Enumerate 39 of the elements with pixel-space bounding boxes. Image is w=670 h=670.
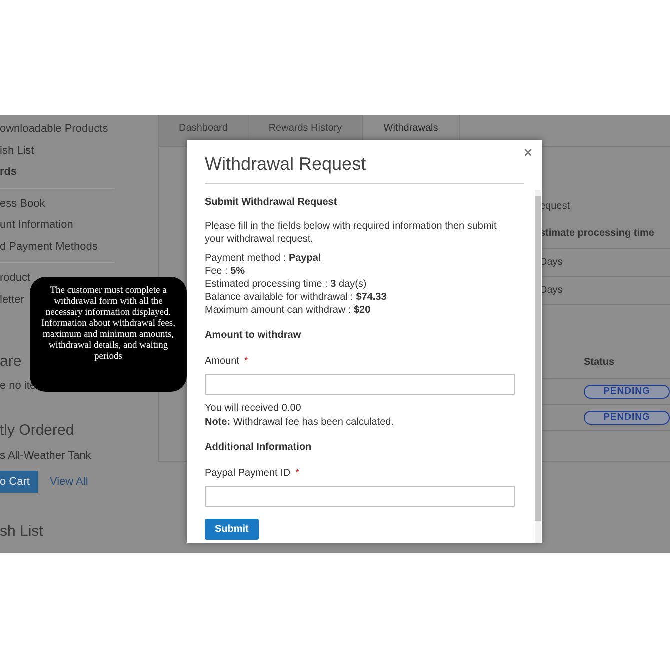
sidebar-item[interactable]: ownloadable Products bbox=[0, 119, 108, 140]
required-mark: * bbox=[296, 468, 300, 478]
section-title: are bbox=[0, 353, 22, 370]
section-heading: Submit Withdrawal Request bbox=[205, 196, 338, 209]
detail-line: Fee : 5% bbox=[205, 265, 246, 278]
sidebar-item[interactable]: ess Book bbox=[0, 194, 46, 215]
callout-text: Information about withdrawal fees, maximum and minimum amounts, withdrawal details, and waiting periods bbox=[40, 319, 176, 363]
section-heading: Amount to withdraw bbox=[205, 329, 302, 342]
sidebar-item[interactable]: rds bbox=[0, 162, 18, 184]
detail-line: Payment method : Paypal bbox=[205, 252, 322, 265]
section-heading: Additional Information bbox=[205, 440, 313, 454]
required-mark: * bbox=[244, 356, 248, 367]
detail-line: Balance available for withdrawal : $74.33 bbox=[205, 291, 388, 304]
sidebar-item[interactable]: roduct bbox=[0, 268, 31, 290]
add-to-cart-button[interactable]: o Cart bbox=[0, 471, 38, 493]
sidebar-item[interactable]: unt Information bbox=[0, 215, 74, 236]
detail-line: Maximum amount can withdraw : $20 bbox=[205, 304, 372, 317]
section-title: sh List bbox=[0, 523, 44, 540]
sidebar-item[interactable]: letter bbox=[0, 290, 24, 311]
status-badge: PENDING bbox=[584, 385, 670, 399]
modal-title: Withdrawal Request bbox=[205, 154, 524, 184]
sidebar-item[interactable]: d Payment Methods bbox=[0, 236, 98, 258]
callout-text: The customer must complete a withdrawal form with all the necessary information displayed. bbox=[44, 286, 172, 319]
status-badge: PENDING bbox=[584, 411, 670, 425]
receive-text: You will received 0.00 bbox=[205, 403, 302, 416]
detail-line: Estimated processing time : 3 day(s) bbox=[205, 278, 368, 291]
sidebar-item[interactable]: ish List bbox=[0, 140, 34, 162]
view-all-link[interactable]: View All bbox=[50, 476, 88, 488]
scrollbar[interactable] bbox=[535, 190, 541, 543]
instruction-text: Please fill in the fields below with required information then submit your withdrawal request. bbox=[205, 221, 498, 246]
product-name: s All-Weather Tank bbox=[0, 450, 92, 462]
field-label: Amount bbox=[205, 356, 240, 367]
input-field[interactable] bbox=[205, 486, 515, 506]
input-field[interactable] bbox=[205, 374, 515, 395]
close-button[interactable]: × bbox=[524, 146, 533, 162]
submit-button[interactable]: Submit bbox=[205, 518, 259, 540]
section-title: tly Ordered bbox=[0, 422, 74, 439]
note-text: Note: Withdrawal fee has been calculated. bbox=[205, 416, 395, 428]
field-label: Paypal Payment ID bbox=[205, 468, 291, 478]
